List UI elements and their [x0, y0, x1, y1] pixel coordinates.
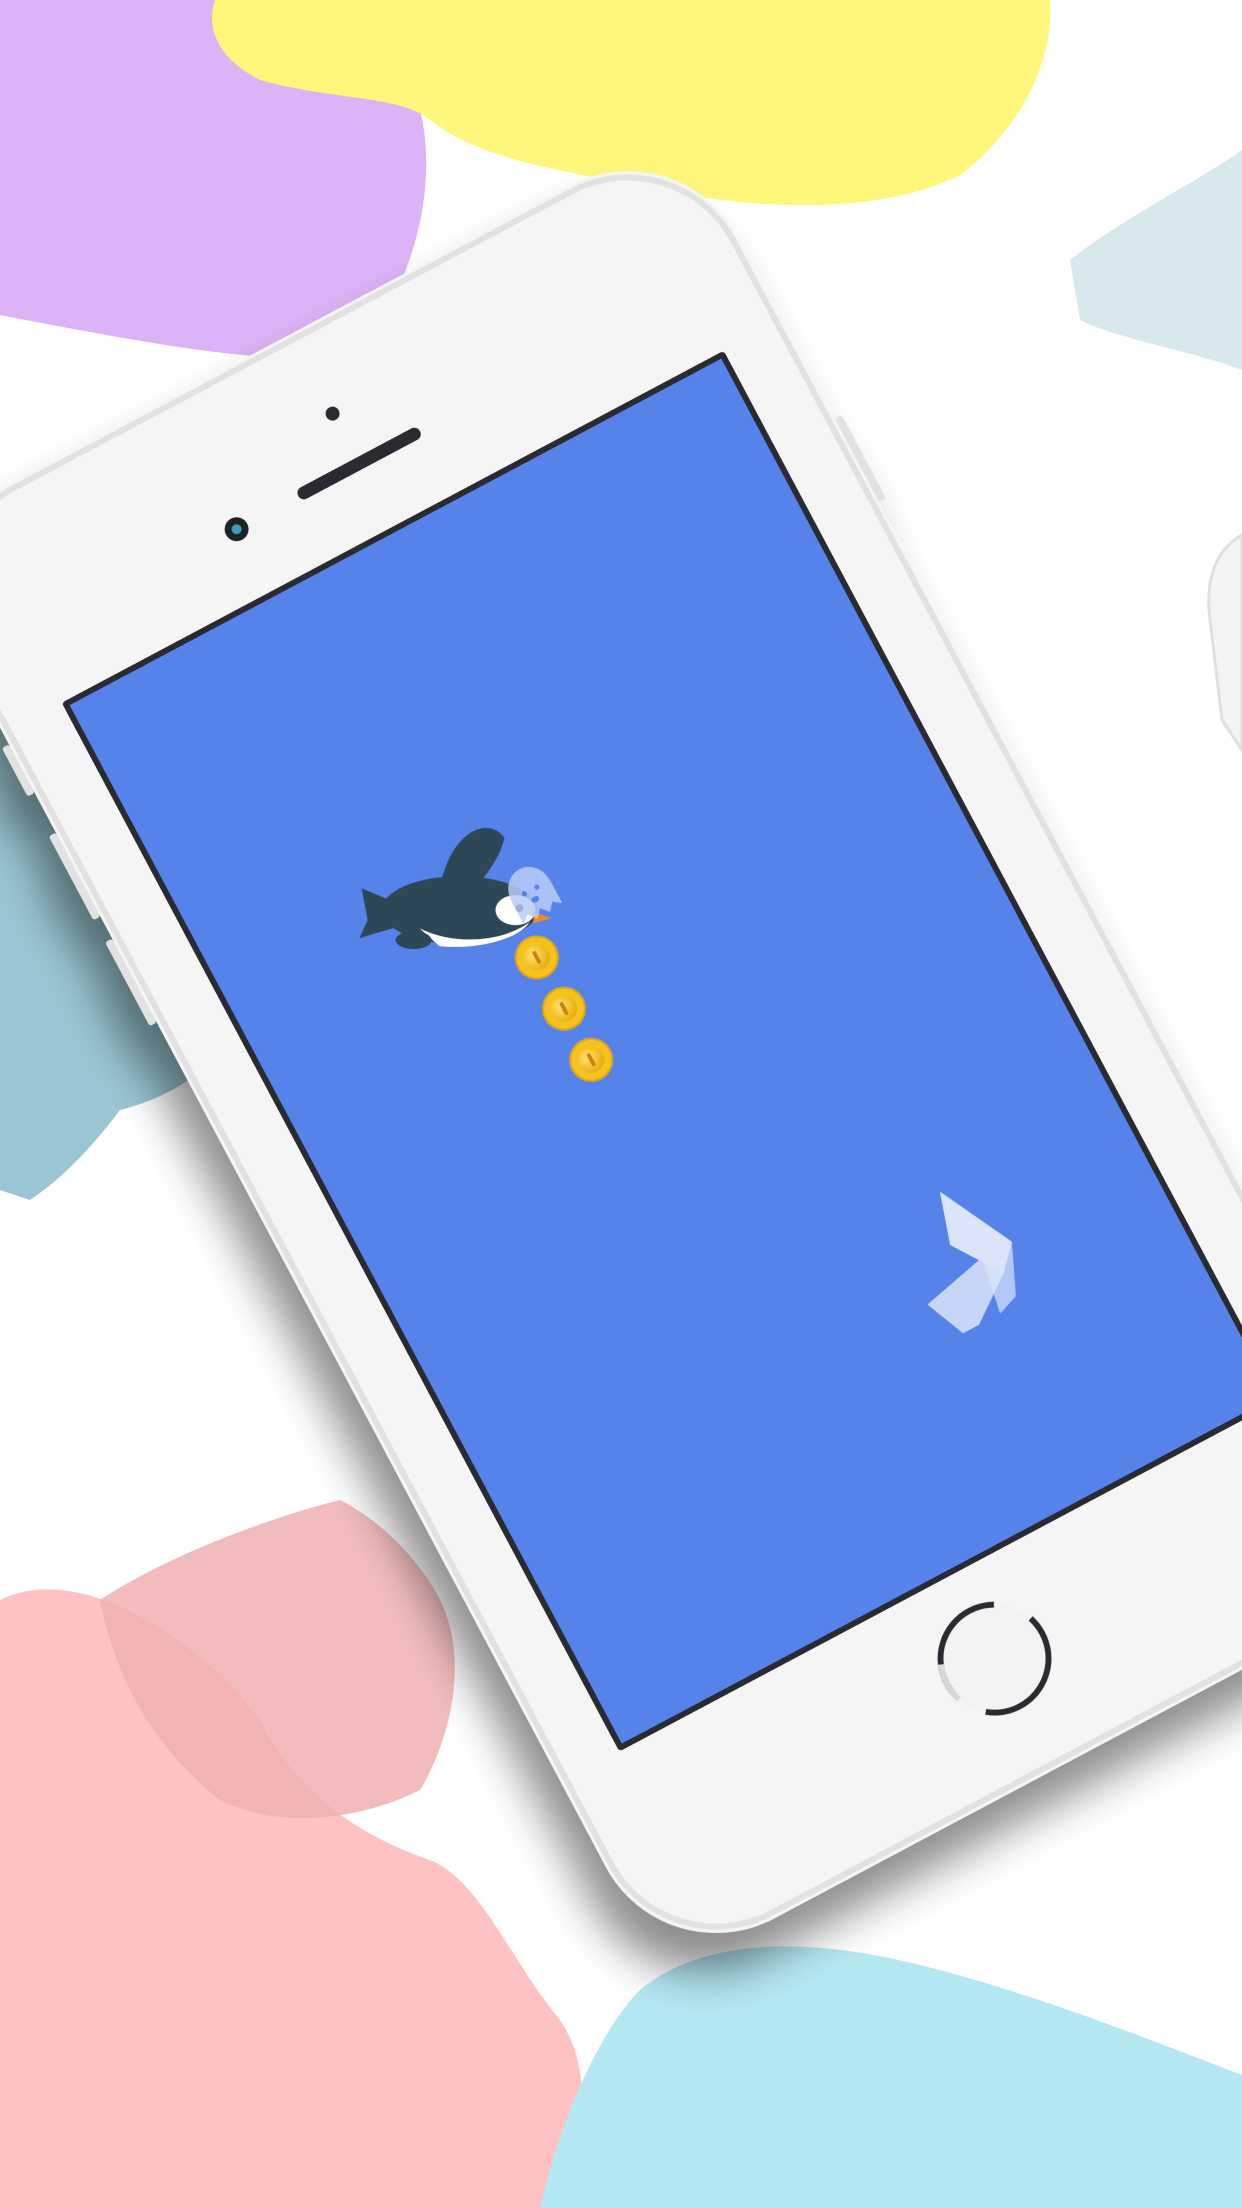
second-phone-edge	[1207, 533, 1242, 753]
promo-scene	[0, 0, 1242, 2208]
promo-screenshot	[0, 0, 1242, 2208]
penguin-foot	[395, 931, 432, 950]
cyan-blob	[540, 1946, 1242, 2208]
teal-brush-wisp	[1070, 150, 1242, 370]
